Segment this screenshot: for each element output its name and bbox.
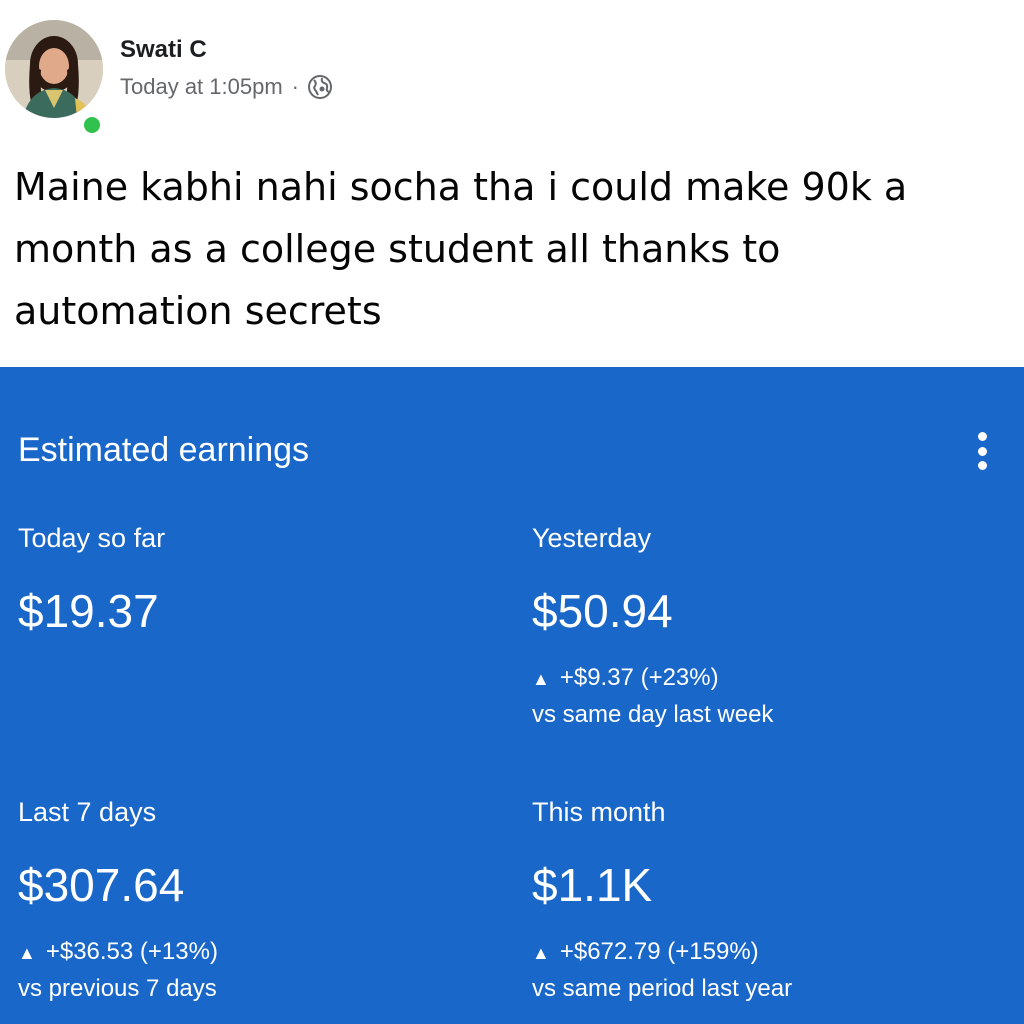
online-status-dot: [81, 114, 103, 136]
metric-label: Today so far: [18, 523, 166, 553]
metric-value: $1.1K: [532, 859, 653, 911]
metric-label: Yesterday: [532, 523, 652, 553]
up-arrow-icon: ▲: [18, 943, 36, 963]
globe-icon[interactable]: [307, 74, 333, 100]
metric-value: $307.64: [18, 859, 185, 911]
metric-comparison: vs previous 7 days: [18, 975, 217, 1002]
post-text-line: automation secrets: [14, 289, 382, 333]
avatar[interactable]: [5, 20, 103, 118]
up-arrow-icon: ▲: [532, 669, 550, 689]
metric-delta: ▲ +$9.37 (+23%): [532, 660, 773, 697]
estimated-earnings-card: Estimated earnings Today so far $19.37 Y…: [0, 367, 1024, 1024]
metric-delta-value: +$672.79 (+159%): [559, 938, 759, 965]
author-name[interactable]: Swati C: [120, 36, 207, 64]
more-vert-icon[interactable]: [966, 429, 998, 473]
metric-delta-value: +$9.37 (+23%): [559, 664, 719, 691]
metric-delta: ▲ +$36.53 (+13%): [18, 934, 218, 971]
metric-value: $19.37: [18, 585, 159, 637]
avatar-image: [5, 20, 103, 118]
card-title: Estimated earnings: [18, 431, 310, 469]
metric-label: This month: [532, 797, 666, 827]
metric-label: Last 7 days: [18, 797, 157, 827]
metric-comparison: vs same day last week: [532, 701, 774, 728]
metric-comparison: vs same period last year: [532, 975, 793, 1002]
up-arrow-icon: ▲: [532, 943, 550, 963]
avatar-container[interactable]: [5, 20, 103, 136]
post-meta: Today at 1:05pm ·: [120, 74, 333, 100]
metric-delta-value: +$36.53 (+13%): [45, 938, 218, 965]
post-text-line: month as a college student all thanks to: [14, 227, 781, 271]
post-text: Maine kabhi nahi socha tha i could make …: [14, 156, 1014, 342]
metric-yesterday: Yesterday $50.94 ▲ +$9.37 (+23%) vs same …: [532, 523, 773, 733]
metric-this-month: This month $1.1K ▲ +$672.79 (+159%) vs sa…: [532, 797, 792, 1007]
metric-last-7-days: Last 7 days $307.64 ▲ +$36.53 (+13%) vs p…: [18, 797, 218, 1007]
metric-delta: ▲ +$672.79 (+159%): [532, 934, 792, 971]
meta-separator: ·: [291, 74, 299, 99]
metric-value: $50.94: [532, 585, 673, 637]
post-timestamp[interactable]: Today at 1:05pm: [120, 74, 283, 100]
metric-today-so-far: Today so far $19.37: [18, 523, 165, 638]
post-text-line: Maine kabhi nahi socha tha i could make …: [14, 165, 908, 209]
post-header: Swati C Today at 1:05pm ·: [0, 0, 1024, 140]
